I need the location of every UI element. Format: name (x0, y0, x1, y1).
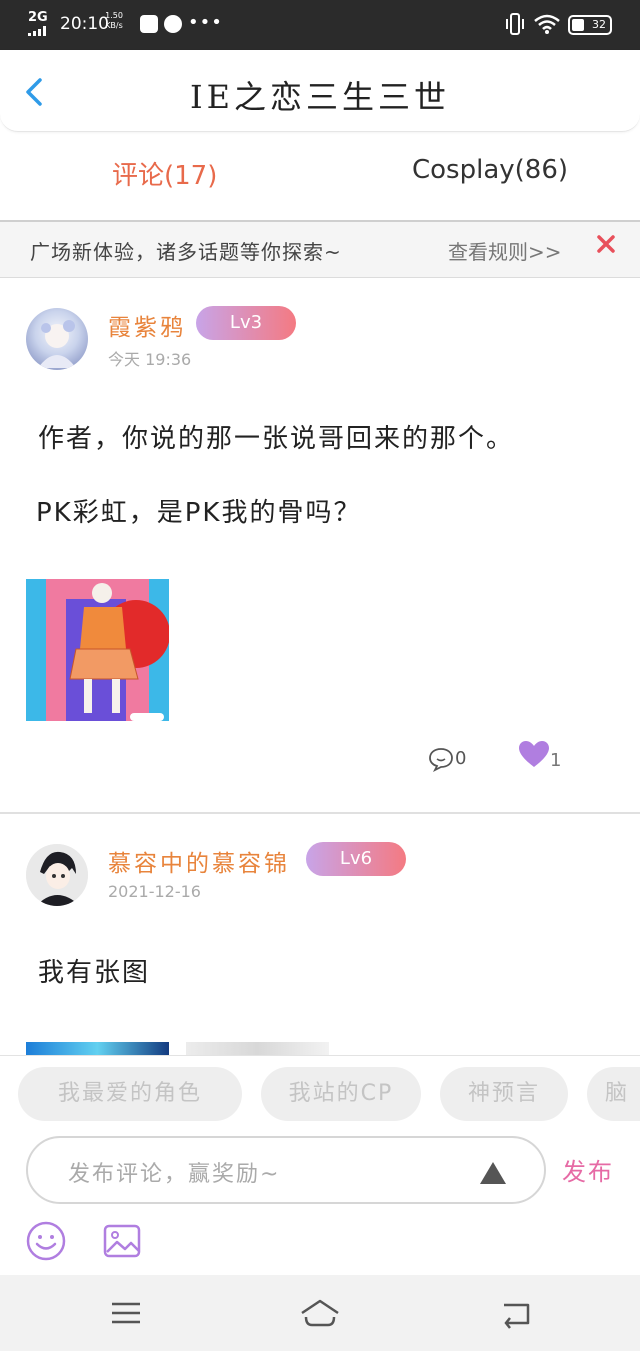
signal-icon (28, 26, 50, 36)
topic-chip[interactable]: 神预言 (440, 1067, 568, 1121)
post-item: 慕容中的慕容锦 Lv6 2021-12-16 我有张图 (0, 814, 640, 1055)
notice-bar: 广场新体验，诸多话题等你探索~ 查看规则>> (0, 222, 640, 278)
topic-chip[interactable]: 脑 (587, 1067, 640, 1121)
notice-text: 广场新体验，诸多话题等你探索~ (30, 240, 342, 264)
comment-icon[interactable] (428, 746, 454, 772)
tab-bar: 评论(17) Cosplay(86) (0, 140, 640, 210)
speed-value: 1.50 (105, 11, 123, 20)
status-bar: 2G 20:10 1.50 KB/s ••• 32 (0, 0, 640, 50)
page-title: IE之恋三生三世 (189, 78, 450, 116)
avatar-art (38, 320, 76, 368)
image-icon[interactable] (101, 1220, 143, 1262)
battery-level: 32 (592, 18, 606, 31)
battery-fill (572, 19, 584, 31)
menu-icon[interactable] (106, 1297, 146, 1329)
level-badge: Lv6 (306, 842, 406, 876)
post-image[interactable] (26, 1042, 169, 1055)
post-text-line: PK彩虹，是PK我的骨吗？ (36, 498, 362, 528)
send-button[interactable]: 发布 (562, 1152, 614, 1187)
home-icon[interactable] (298, 1297, 342, 1329)
heart-icon[interactable] (518, 740, 550, 768)
mail-app-icon (140, 15, 158, 33)
comment-placeholder: 发布评论，赢奖励~ (68, 1162, 281, 1187)
post-item: 霞紫鸦 Lv3 今天 19:36 作者，你说的那一张说哥回来的那个。 PK彩虹，… (0, 278, 640, 812)
cosplay-artwork (26, 579, 169, 721)
topic-chip[interactable]: 我站的CP (261, 1067, 421, 1121)
close-icon[interactable] (594, 232, 618, 256)
more-notifications-icon: ••• (188, 12, 223, 33)
topic-chip[interactable]: 我最爱的角色 (18, 1067, 242, 1121)
header-bar: IE之恋三生三世 (0, 50, 640, 132)
network-type: 2G (28, 10, 48, 25)
avatar-art (26, 844, 88, 906)
post-text-line: 作者，你说的那一张说哥回来的那个。 (38, 424, 515, 454)
return-icon[interactable] (496, 1297, 536, 1329)
username[interactable]: 霞紫鸦 (108, 308, 186, 342)
level-badge: Lv3 (196, 306, 296, 340)
speed-unit: KB/s (105, 21, 123, 30)
like-count: 1 (550, 750, 562, 771)
comment-count: 0 (455, 748, 467, 769)
emoji-icon[interactable] (25, 1220, 67, 1262)
post-time: 今天 19:36 (108, 350, 192, 369)
vibrate-icon (506, 13, 524, 35)
wifi-icon (534, 14, 560, 34)
tab-comments[interactable]: 评论(17) (112, 155, 217, 192)
avatar[interactable] (26, 844, 88, 906)
video-app-icon (164, 15, 182, 33)
avatar[interactable] (26, 308, 88, 370)
comment-composer: 我最爱的角色 我站的CP 神预言 脑 发布评论，赢奖励~ 发布 (0, 1055, 640, 1275)
network-speed: 1.50 KB/s (102, 11, 126, 31)
post-image[interactable] (186, 1042, 329, 1055)
post-text-line: 我有张图 (38, 958, 151, 988)
view-rules-link[interactable]: 查看规则>> (448, 236, 562, 265)
post-image[interactable] (26, 579, 169, 721)
battery-icon: 32 (568, 15, 612, 35)
system-nav-bar (0, 1275, 640, 1351)
username[interactable]: 慕容中的慕容锦 (108, 844, 290, 878)
comment-input[interactable]: 发布评论，赢奖励~ (26, 1136, 546, 1204)
tab-cosplay[interactable]: Cosplay(86) (412, 155, 568, 185)
post-time: 2021-12-16 (108, 882, 201, 901)
triangle-icon (480, 1162, 506, 1184)
